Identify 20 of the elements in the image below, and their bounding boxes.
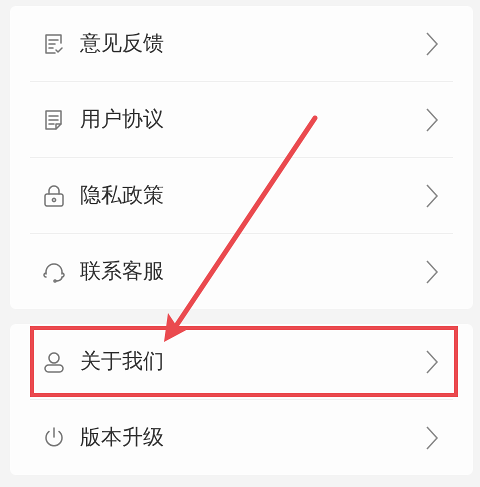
menu-item-label: 隐私政策 [80, 182, 165, 209]
menu-item[interactable]: 关于我们 [34, 330, 454, 393]
chevron-right-icon [425, 348, 439, 374]
menu-item[interactable]: 版本升级 [30, 400, 453, 475]
menu-item-label: 版本升级 [80, 424, 165, 451]
lock-icon [42, 184, 66, 208]
menu-item[interactable]: 联系客服 [30, 234, 453, 309]
chevron-right-icon [425, 30, 439, 56]
menu-item-label: 关于我们 [80, 348, 165, 375]
person-icon [42, 350, 66, 374]
menu-item[interactable]: 意见反馈 [30, 6, 453, 81]
menu-item-label: 用户协议 [80, 106, 165, 133]
chevron-right-icon [425, 424, 439, 450]
menu-item[interactable]: 隐私政策 [30, 158, 453, 233]
menu-item[interactable]: 用户协议 [30, 82, 453, 157]
menu-item-label: 意见反馈 [80, 30, 165, 57]
menu-item-label: 联系客服 [80, 258, 165, 285]
chevron-right-icon [425, 258, 439, 284]
chevron-right-icon [425, 106, 439, 132]
chevron-right-icon [425, 182, 439, 208]
